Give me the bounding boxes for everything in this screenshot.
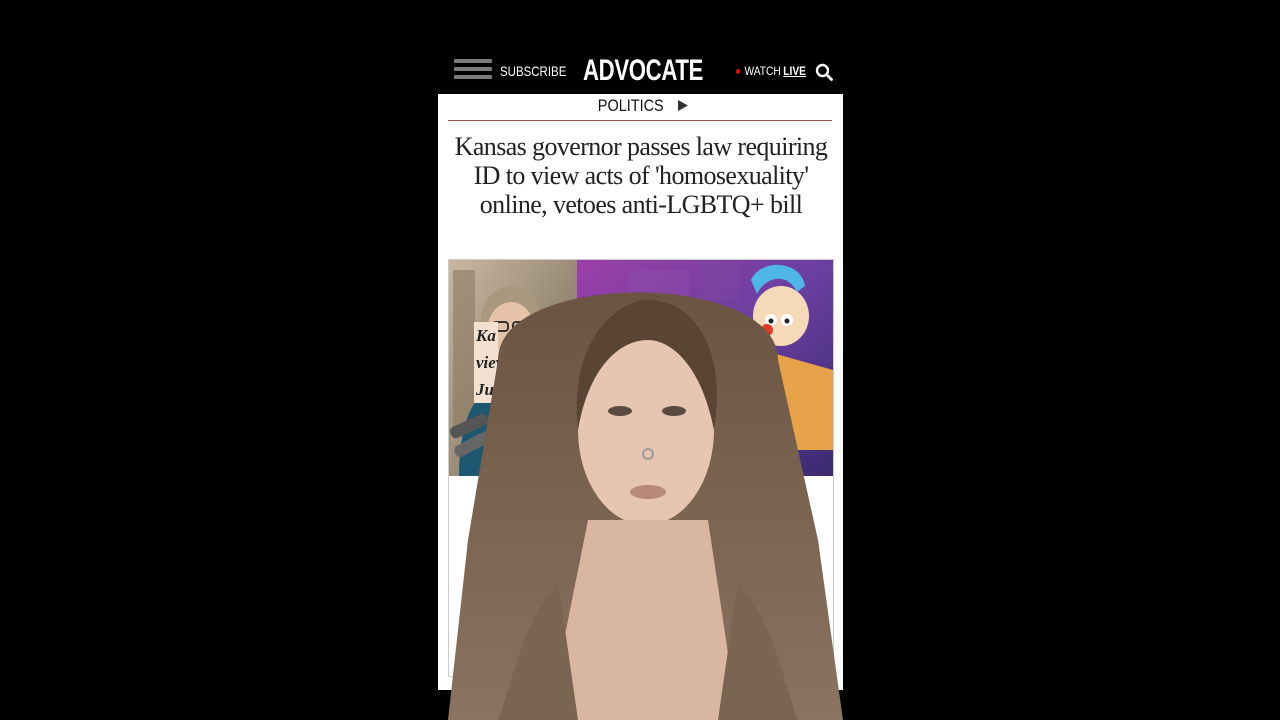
presenter-video-overlay — [448, 292, 843, 720]
site-header: SUBSCRIBE ADVOCATE WATCH LIVE — [438, 0, 843, 94]
play-arrow-icon — [678, 100, 689, 111]
section-label: POLITICS — [597, 96, 664, 115]
watch-label: WATCH — [744, 64, 781, 78]
hamburger-menu-icon[interactable] — [454, 59, 492, 85]
advocate-logo[interactable]: ADVOCATE — [583, 54, 703, 88]
subscribe-link[interactable]: SUBSCRIBE — [500, 63, 566, 79]
watch-live-link[interactable]: WATCH LIVE — [736, 64, 806, 78]
section-link[interactable]: POLITICS — [438, 96, 843, 116]
article-headline[interactable]: Kansas governor passes law requiring ID … — [452, 132, 830, 219]
live-dot-icon — [736, 69, 741, 75]
section-divider — [448, 120, 832, 121]
live-label: LIVE — [783, 64, 806, 78]
phone-screen: SUBSCRIBE ADVOCATE WATCH LIVE POLITICS Ka… — [438, 0, 843, 720]
search-icon[interactable] — [815, 63, 833, 81]
